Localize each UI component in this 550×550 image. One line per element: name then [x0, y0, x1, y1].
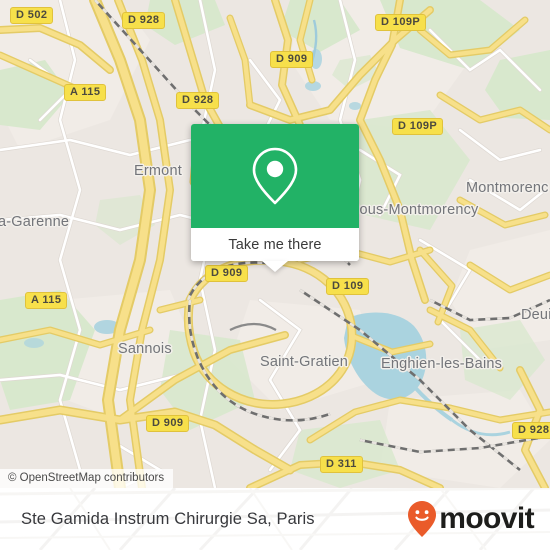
popup-header — [191, 124, 359, 228]
location-popup-card[interactable]: Take me there — [191, 124, 359, 272]
map-attribution[interactable]: © OpenStreetMap contributors — [0, 469, 174, 488]
road-shield: D 502 — [10, 7, 54, 24]
road-shield: A 115 — [25, 292, 68, 309]
location-pin-icon — [252, 147, 298, 205]
road-shield: A 115 — [64, 84, 107, 101]
road-shield: D 928 — [122, 12, 166, 29]
popup-action-bar[interactable]: Take me there — [191, 228, 359, 261]
take-me-there-label: Take me there — [228, 236, 322, 253]
road-shield: D 109P — [375, 14, 427, 31]
page-title: Ste Gamida Instrum Chirurgie Sa, Paris — [21, 510, 315, 528]
road-shield: D 909 — [146, 415, 190, 432]
moovit-logo[interactable]: moovit — [407, 488, 535, 550]
road-shield: D 928 — [176, 92, 220, 109]
road-shield: D 909 — [270, 51, 314, 68]
moovit-wordmark: moovit — [439, 502, 534, 535]
road-shield: D 928 — [512, 422, 550, 439]
road-shield: D 109P — [392, 118, 444, 135]
road-shield: D 109 — [326, 278, 370, 295]
map-screenshot-page: Ermont a-Garenne sous-Montmorency Montmo… — [0, 0, 550, 550]
moovit-smiley-pin-icon — [408, 501, 437, 537]
popup-pointer-tail — [262, 261, 288, 272]
map-canvas[interactable]: Ermont a-Garenne sous-Montmorency Montmo… — [0, 0, 550, 488]
road-shield: D 311 — [320, 456, 363, 473]
footer-bar: Ste Gamida Instrum Chirurgie Sa, Paris m… — [0, 488, 550, 550]
road-shield: D 909 — [205, 265, 249, 282]
